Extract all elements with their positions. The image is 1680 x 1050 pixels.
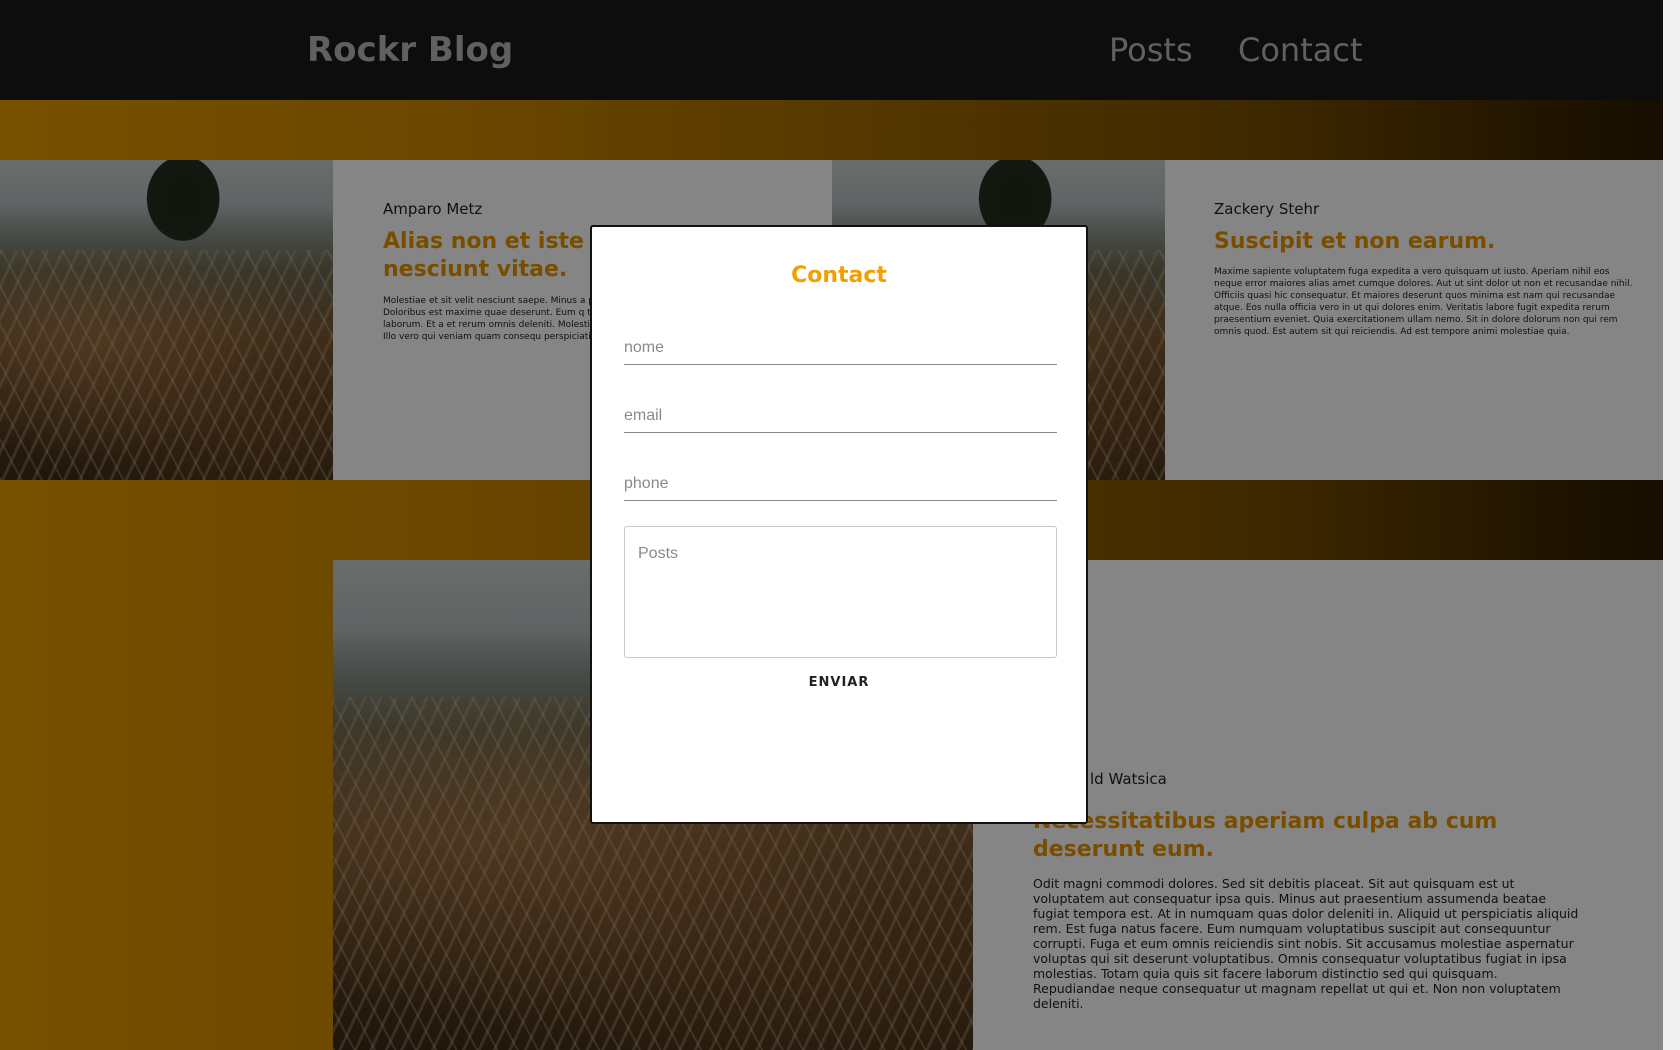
send-button[interactable]: ENVIAR [779,674,899,691]
modal-title: Contact [791,263,887,288]
message-textarea[interactable] [624,526,1057,658]
page-scrollbar[interactable] [1663,0,1680,1050]
name-input[interactable] [624,331,1057,365]
contact-modal: Contact ENVIAR [590,225,1088,824]
email-input[interactable] [624,399,1057,433]
phone-input[interactable] [624,467,1057,501]
